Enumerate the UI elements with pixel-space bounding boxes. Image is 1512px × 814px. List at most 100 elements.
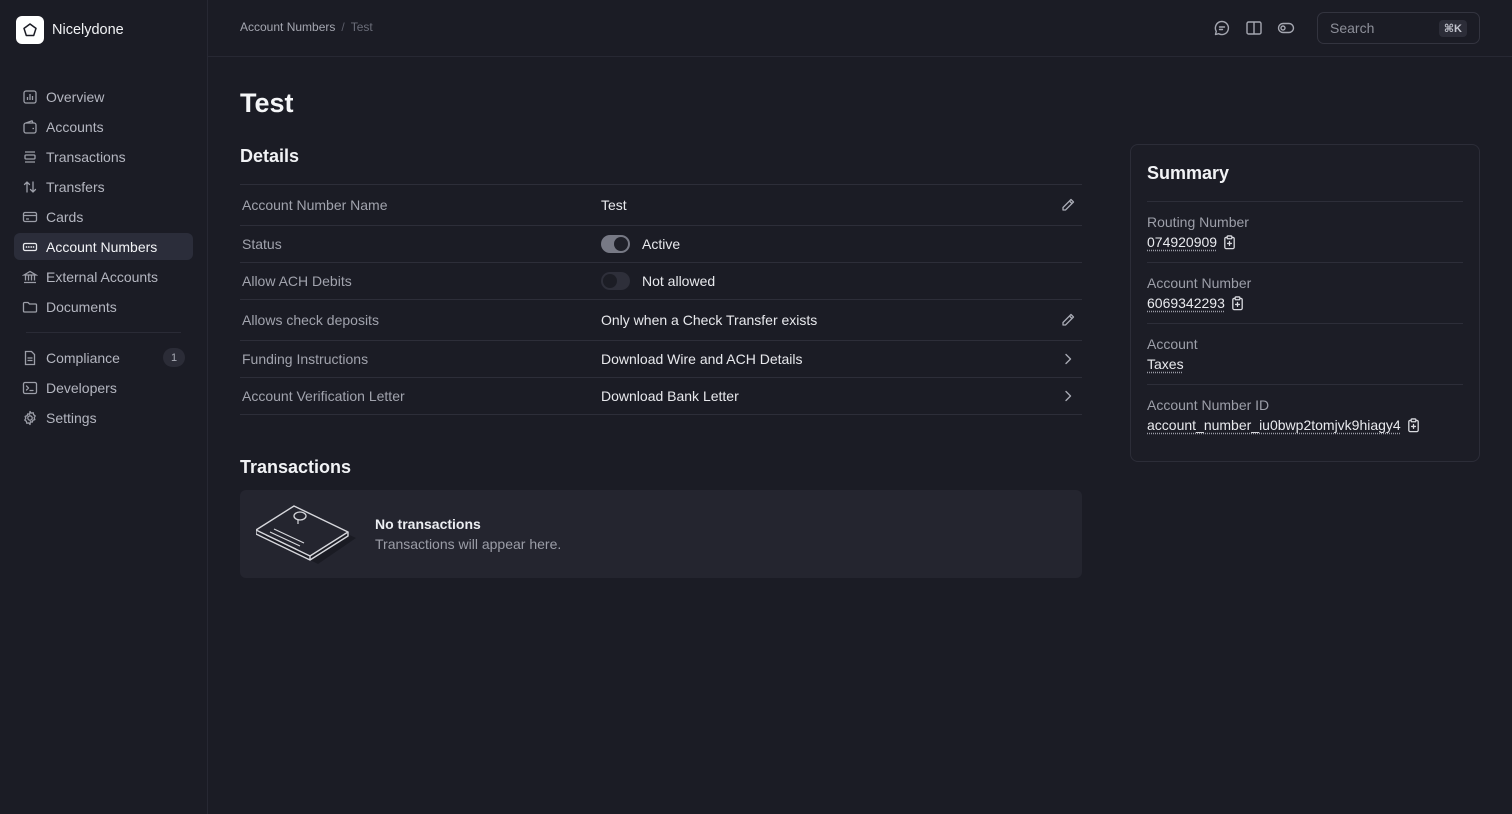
sidebar-item-transactions[interactable]: Transactions [14,143,193,170]
credit-card-icon [22,209,38,225]
wallet-icon [22,119,38,135]
details-list: Account Number Name Test Status Active A… [240,184,1082,415]
sidebar-item-label: Developers [46,379,117,396]
summary-value-row: account_number_iu0bwp2tomjvk9hiagy4 [1147,417,1463,433]
transactions-heading: Transactions [240,457,352,477]
account-link[interactable]: Taxes [1147,356,1184,372]
summary-item-account-number-id: Account Number ID account_number_iu0bwp2… [1147,385,1463,446]
empty-state-subtitle: Transactions will appear here. [375,536,562,552]
search-input[interactable]: Search ⌘K [1317,12,1480,44]
detail-label: Account Number Name [242,197,388,213]
sidebar-item-external-accounts[interactable]: External Accounts [14,263,193,290]
sidebar-item-label: Account Numbers [46,238,158,255]
summary-value-row: 6069342293 [1147,295,1463,311]
status-toggle[interactable] [601,235,630,253]
detail-row-verification-letter[interactable]: Account Verification Letter Download Ban… [240,378,1082,415]
details-heading: Details [240,146,300,166]
ach-debits-toggle[interactable] [601,272,630,290]
folder-icon [22,299,38,315]
sidebar-item-label: Transactions [46,148,126,165]
account-number-value[interactable]: 6069342293 [1147,295,1225,311]
summary-value-row: 074920909 [1147,234,1463,250]
detail-label: Funding Instructions [242,351,369,367]
summary-item-account-number: Account Number 6069342293 [1147,263,1463,324]
detail-value: Test [601,197,627,213]
summary-item-routing-number: Routing Number 074920909 [1147,202,1463,263]
clipboard-copy-icon[interactable] [1222,234,1237,250]
sidebar-item-account-numbers[interactable]: Account Numbers [14,233,193,260]
bank-icon [22,269,38,285]
sidebar-item-cards[interactable]: Cards [14,203,193,230]
routing-number-value[interactable]: 074920909 [1147,234,1217,250]
sidebar-item-label: External Accounts [46,268,159,285]
sidebar-item-compliance[interactable]: Compliance 1 [14,344,193,371]
detail-value-group: Not allowed [601,272,715,290]
edit-pencil-icon[interactable] [1060,312,1076,328]
chevron-right-icon [1060,388,1076,404]
sidebar-item-transfers[interactable]: Transfers [14,173,193,200]
gear-icon [22,410,38,426]
detail-value: Only when a Check Transfer exists [601,312,818,328]
summary-item-account: Account Taxes [1147,324,1463,385]
chevron-right-icon [1060,351,1076,367]
topbar-actions [1213,19,1295,37]
summary-title: Summary [1147,163,1230,183]
detail-row-funding-instructions[interactable]: Funding Instructions Download Wire and A… [240,341,1082,378]
account-number-id-value[interactable]: account_number_iu0bwp2tomjvk9hiagy4 [1147,417,1401,433]
empty-state-title: No transactions [375,516,481,532]
sidebar-item-label: Accounts [46,118,104,135]
summary-value-row: Taxes [1147,356,1463,372]
chat-bubble-icon[interactable] [1213,19,1231,37]
detail-row-status: Status Active [240,226,1082,263]
sidebar: Nicelydone Overview Accounts Transaction… [0,0,208,814]
keypad-icon [22,239,38,255]
sidebar-nav: Overview Accounts Transactions Transfers… [14,83,193,434]
toggle-knob [614,237,628,251]
detail-row-check-deposits: Allows check deposits Only when a Check … [240,300,1082,341]
search-placeholder: Search [1330,20,1375,36]
detail-row-allow-ach-debits: Allow ACH Debits Not allowed [240,263,1082,300]
sidebar-item-label: Cards [46,208,84,225]
summary-label: Account Number [1147,275,1252,291]
toggle-theme-icon[interactable] [1277,19,1295,37]
breadcrumb-current: Test [350,20,373,34]
compliance-count-badge: 1 [163,348,185,367]
detail-value: Download Wire and ACH Details [601,351,803,367]
detail-label: Allows check deposits [242,312,379,328]
sidebar-item-label: Compliance [46,349,120,366]
sidebar-item-overview[interactable]: Overview [14,83,193,110]
clipboard-copy-icon[interactable] [1406,417,1421,433]
status-value: Active [642,236,681,252]
transactions-empty-state: No transactions Transactions will appear… [240,490,1082,578]
summary-panel: Summary Routing Number 074920909 Account… [1130,144,1480,462]
toggle-knob [603,274,617,288]
terminal-icon [22,380,38,396]
arrows-updown-icon [22,179,38,195]
summary-label: Account Number ID [1147,397,1270,413]
edit-pencil-icon[interactable] [1060,197,1076,213]
document-icon [22,350,38,366]
brand[interactable]: Nicelydone [16,16,124,44]
detail-value: Download Bank Letter [601,388,739,404]
clipboard-copy-icon[interactable] [1230,295,1245,311]
sidebar-item-settings[interactable]: Settings [14,404,193,431]
book-icon[interactable] [1245,19,1263,37]
card-illustration-icon [256,502,356,566]
sidebar-item-documents[interactable]: Documents [14,293,193,320]
sidebar-item-label: Overview [46,88,105,105]
list-icon [22,149,38,165]
sidebar-item-label: Documents [46,298,117,315]
detail-value-group: Active [601,235,680,253]
topbar: Account Numbers / Test Search ⌘K [208,0,1512,57]
sidebar-divider [26,332,181,333]
detail-row-account-number-name: Account Number Name Test [240,185,1082,226]
summary-list: Routing Number 074920909 Account Number … [1147,201,1463,446]
sidebar-item-developers[interactable]: Developers [14,374,193,401]
detail-label: Account Verification Letter [242,388,405,404]
breadcrumb-account-numbers-link[interactable]: Account Numbers [240,20,335,34]
page-title: Test [240,88,294,118]
summary-label: Account [1147,336,1198,352]
summary-label: Routing Number [1147,214,1249,230]
sidebar-item-accounts[interactable]: Accounts [14,113,193,140]
brand-name: Nicelydone [52,22,124,38]
